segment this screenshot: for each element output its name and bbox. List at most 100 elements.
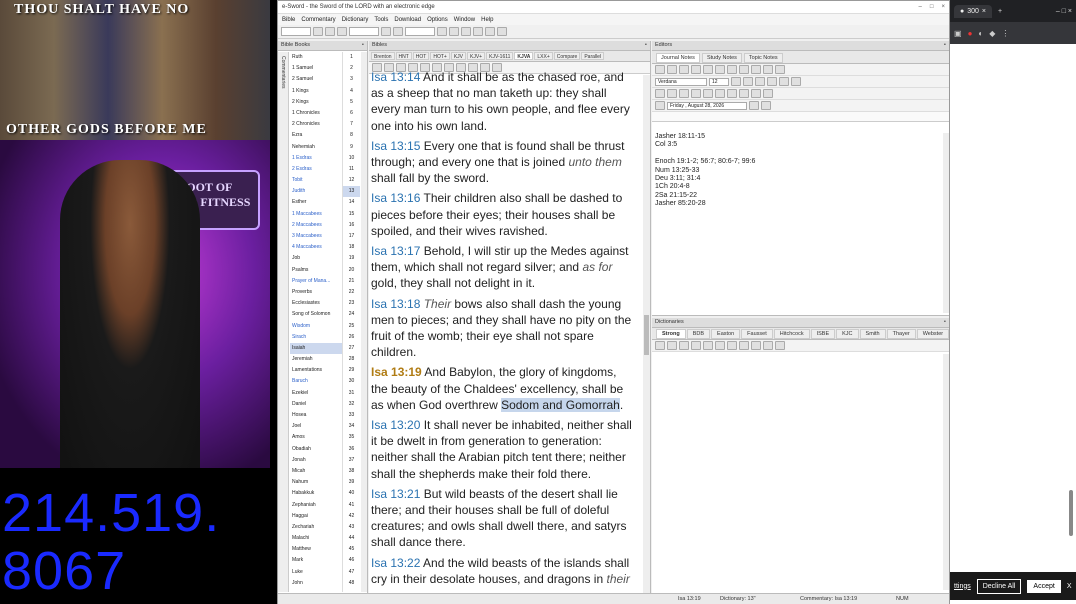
cut-icon[interactable] [727, 65, 737, 74]
bible-scrollbar[interactable] [643, 75, 650, 593]
italic-icon[interactable] [755, 77, 765, 86]
menu-icon[interactable]: ⋮ [1001, 29, 1009, 38]
book-item[interactable]: 1 Kings [290, 86, 342, 97]
highlight-icon[interactable] [779, 77, 789, 86]
commentaries-side-tab[interactable]: Commentaries [278, 52, 289, 592]
bible-text[interactable]: Isa 13:14 And it shall be as the chased … [371, 69, 637, 587]
cookie-settings-link[interactable]: ttings [954, 583, 971, 590]
chapter-item[interactable]: 35 [343, 432, 360, 443]
chapter-item[interactable]: 24 [343, 309, 360, 320]
chapter-item[interactable]: 17 [343, 231, 360, 242]
paragraph-icon[interactable] [775, 65, 785, 74]
puzzle-icon[interactable]: ◆ [989, 29, 995, 38]
bold-icon[interactable] [703, 341, 713, 350]
tab-bdb[interactable]: BDB [686, 329, 711, 339]
book-item[interactable]: Amos [290, 432, 342, 443]
chapter-item[interactable]: 25 [343, 321, 360, 332]
book-item[interactable]: 2 Kings [290, 97, 342, 108]
chapter-item[interactable]: 38 [343, 466, 360, 477]
minimize-icon[interactable]: – [919, 4, 922, 10]
date-select[interactable]: Friday , August 28, 2026 [667, 101, 747, 110]
font-icon[interactable] [751, 341, 761, 350]
chapter-item[interactable]: 6 [343, 108, 360, 119]
chapter-item[interactable]: 36 [343, 444, 360, 455]
map-icon[interactable] [473, 27, 483, 36]
book-item[interactable]: Lamentations [290, 365, 342, 376]
verse-ref[interactable]: Isa 13:18 [371, 297, 420, 311]
book-item[interactable]: Ezra [290, 130, 342, 141]
chapter-item[interactable]: 7 [343, 119, 360, 130]
book-item[interactable]: Daniel [290, 399, 342, 410]
tab-lxx+[interactable]: LXX+ [534, 52, 553, 60]
numbering-icon[interactable] [715, 89, 725, 98]
tab-topic-notes[interactable]: Topic Notes [743, 53, 783, 63]
editor-scrollbar[interactable] [943, 133, 949, 313]
verse-select[interactable] [349, 27, 379, 36]
back-icon[interactable] [313, 27, 323, 36]
extension-icon[interactable]: ▣ [954, 29, 962, 38]
forward-icon[interactable] [325, 27, 335, 36]
copy-icon[interactable] [739, 65, 749, 74]
chapter-item[interactable]: 44 [343, 533, 360, 544]
chapter-item[interactable]: 15 [343, 209, 360, 220]
book-item[interactable]: Psalms [290, 265, 342, 276]
tab-easton[interactable]: Easton [711, 329, 741, 339]
undo-icon[interactable] [703, 65, 713, 74]
book-item[interactable]: Mark [290, 555, 342, 566]
chapter-item[interactable]: 23 [343, 298, 360, 309]
book-item[interactable]: Zephaniah [290, 500, 342, 511]
search-icon[interactable] [761, 101, 771, 110]
bookmark-icon[interactable] [449, 27, 459, 36]
underline-icon[interactable] [727, 341, 737, 350]
font-size-select[interactable]: 12 [709, 77, 729, 86]
tab-parallel[interactable]: Parallel [581, 52, 605, 60]
book-item[interactable]: 2 Maccabees [290, 220, 342, 231]
tab-strong[interactable]: Strong [656, 329, 686, 339]
verse-ref[interactable]: Isa 13:16 [371, 191, 420, 205]
chapter-item[interactable]: 37 [343, 455, 360, 466]
chapter-item[interactable]: 41 [343, 500, 360, 511]
print-icon[interactable] [381, 27, 391, 36]
chapter-item[interactable]: 14 [343, 197, 360, 208]
menu-item-bible[interactable]: Bible [282, 17, 295, 23]
book-item[interactable]: Matthew [290, 544, 342, 555]
table-icon[interactable] [763, 65, 773, 74]
window-controls[interactable]: – □ × [1056, 8, 1072, 15]
verse-ref[interactable]: Isa 13:17 [371, 244, 420, 258]
book-item[interactable]: Prayer of Mana... [290, 276, 342, 287]
tab-kjv[interactable]: KJV [450, 52, 467, 60]
tab-fausset[interactable]: Fausset [741, 329, 773, 339]
pin-icon[interactable]: ▪ [645, 42, 647, 48]
align-left-icon[interactable] [655, 89, 665, 98]
tab-journal-notes[interactable]: Journal Notes [656, 53, 700, 63]
chapter-item[interactable]: 16 [343, 220, 360, 231]
binoculars-icon[interactable] [749, 101, 759, 110]
font-color-icon[interactable] [731, 77, 741, 86]
chapter-item[interactable]: 1 [343, 52, 360, 63]
pin-icon[interactable]: ▪ [944, 42, 946, 48]
book-item[interactable]: Malachi [290, 533, 342, 544]
accept-button[interactable]: Accept [1027, 579, 1061, 593]
chapter-item[interactable]: 45 [343, 544, 360, 555]
font-select[interactable]: Verdana [655, 77, 707, 86]
tab-hnt[interactable]: HNT [395, 52, 412, 60]
book-item[interactable]: 1 Maccabees [290, 209, 342, 220]
close-tab-icon[interactable]: × [982, 8, 986, 15]
calendar-icon[interactable] [655, 101, 665, 110]
browser-tab[interactable]: ● 300 × [954, 4, 993, 18]
paste-icon[interactable] [751, 65, 761, 74]
chapter-item[interactable]: 34 [343, 421, 360, 432]
profile-icon[interactable]: ◐ [978, 29, 983, 38]
book-scrollbar[interactable] [361, 52, 367, 592]
search-icon[interactable] [763, 341, 773, 350]
close-icon[interactable]: × [941, 4, 945, 10]
chapter-item[interactable]: 5 [343, 97, 360, 108]
book-item[interactable]: Proverbs [290, 287, 342, 298]
decline-all-button[interactable]: Decline All [976, 578, 1022, 594]
chapter-item[interactable]: 40 [343, 488, 360, 499]
book-item[interactable]: Ezekiel [290, 388, 342, 399]
book-item[interactable]: Haggai [290, 511, 342, 522]
book-item[interactable]: Hosea [290, 410, 342, 421]
tab-hot+[interactable]: HOT+ [430, 52, 450, 60]
dictionary-scrollbar[interactable] [943, 354, 949, 590]
